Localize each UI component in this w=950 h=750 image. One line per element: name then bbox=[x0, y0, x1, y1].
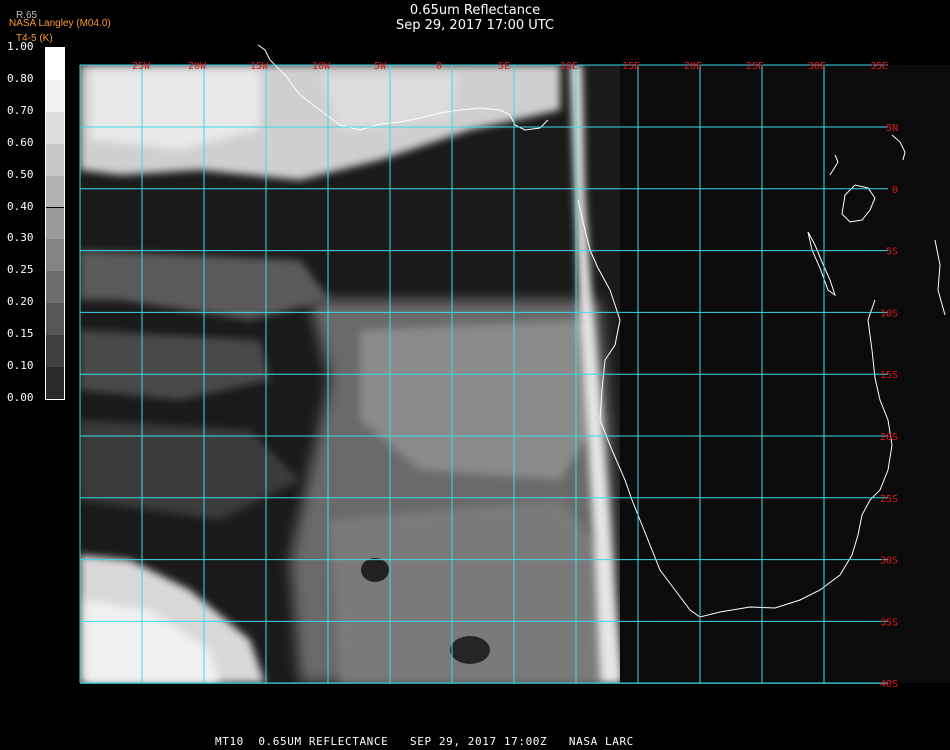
latitude-label: 20S bbox=[880, 432, 898, 443]
latitude-label: 5N bbox=[886, 123, 898, 134]
longitude-label: 10W bbox=[312, 61, 331, 72]
longitude-label: 25W bbox=[132, 61, 151, 72]
latitude-label: 40S bbox=[880, 679, 898, 690]
latitude-label: 10S bbox=[880, 308, 898, 319]
latitude-label: 15S bbox=[880, 370, 898, 381]
longitude-label: 10E bbox=[560, 61, 578, 72]
longitude-label: 5W bbox=[374, 61, 387, 72]
longitude-label: 15W bbox=[250, 61, 269, 72]
latitude-label: 5S bbox=[886, 247, 898, 258]
longitude-label: 15E bbox=[622, 61, 640, 72]
longitude-label: 20E bbox=[684, 61, 702, 72]
longitude-label: 20W bbox=[188, 61, 207, 72]
longitude-label: 30E bbox=[808, 61, 826, 72]
latitude-label: 35S bbox=[880, 617, 898, 628]
longitude-label: 5E bbox=[498, 61, 510, 72]
longitude-label: 25E bbox=[746, 61, 764, 72]
latitude-label: 30S bbox=[880, 556, 898, 567]
longitude-label: 0 bbox=[436, 61, 442, 72]
latitude-label: 0 bbox=[892, 185, 898, 196]
footer-caption: MT10 0.65UM REFLECTANCE SEP 29, 2017 17:… bbox=[215, 735, 634, 748]
longitude-label: 35E bbox=[870, 61, 888, 72]
satellite-map: 25W 20W 15W 10W 5W 0 5E 10E 15E 20E 25E 30E 35E 5N 0 5… bbox=[79, 44, 950, 690]
latitude-label: 25S bbox=[880, 494, 898, 505]
